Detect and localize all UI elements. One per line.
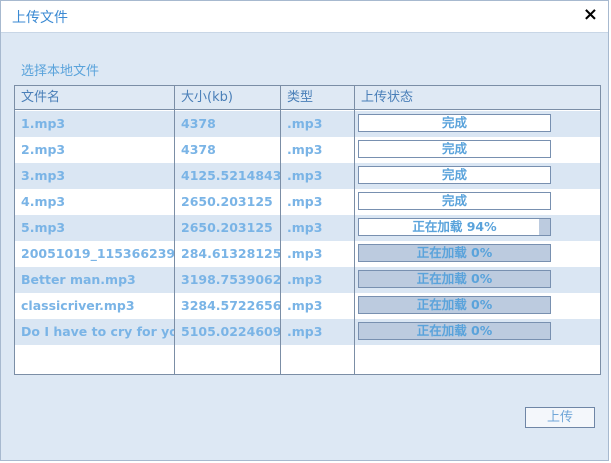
cell-type: .mp3 [287,298,323,313]
dialog-title: 上传文件 [12,10,68,26]
table-row[interactable]: 4.mp3 2650.203125 .mp3 完成 [15,189,600,215]
progress-label: 正在加载 0% [416,297,493,312]
title-bar: 上传文件 × [1,1,608,33]
cell-size: 4125.52148437 [181,168,281,183]
cell-size: 284.61328125 [181,246,281,261]
progress-bar: 正在加载 0% [358,296,551,314]
progress-bar: 完成 [358,140,551,158]
cell-type: .mp3 [287,246,323,261]
cell-size: 3198.75390625 [181,272,281,287]
header-status: 上传状态 [361,90,414,105]
cell-filename: 20051019_1153662390 [21,246,175,261]
cell-type: .mp3 [287,272,323,287]
progress-bar: 完成 [358,166,551,184]
cell-size: 3284.57226562 [181,298,281,313]
progress-label: 正在加载 0% [416,245,493,260]
cell-size: 2650.203125 [181,194,273,209]
cell-filename: 3.mp3 [21,168,66,183]
cell-type: .mp3 [287,142,323,157]
progress-bar: 正在加载 94% [358,218,551,236]
progress-bar: 完成 [358,192,551,210]
cell-size: 4378 [181,142,216,157]
progress-label: 正在加载 0% [416,271,493,286]
section-label: 选择本地文件 [21,64,100,79]
cell-size: 4378 [181,116,216,131]
upload-dialog: 上传文件 × 选择本地文件 文件名 大小(kb) 类型 上传状态 1.mp3 43… [0,0,609,461]
table-row[interactable]: classicriver.mp3 3284.57226562 .mp3 正在加载 0% [15,293,600,319]
cell-filename: 4.mp3 [21,194,66,209]
progress-bar: 正在加载 0% [358,322,551,340]
file-table: 文件名 大小(kb) 类型 上传状态 1.mp3 4378 .mp3 完成 2.mp3 4… [14,85,601,375]
progress-bar: 正在加载 0% [358,270,551,288]
cell-filename: 1.mp3 [21,116,66,131]
progress-bar: 完成 [358,114,551,132]
cell-type: .mp3 [287,194,323,209]
cell-type: .mp3 [287,324,323,339]
table-row[interactable]: Do I have to cry for yo 5105.02246093 .mp3… [15,319,600,345]
cell-type: .mp3 [287,116,323,131]
table-row[interactable]: 1.mp3 4378 .mp3 完成 [15,111,600,137]
table-row[interactable]: 20051019_1153662390 284.61328125 .mp3 正在加载 … [15,241,600,267]
cell-size: 2650.203125 [181,220,273,235]
progress-label: 完成 [441,141,467,156]
progress-label: 完成 [441,167,467,182]
progress-label: 正在加载 0% [416,323,493,338]
header-size: 大小(kb) [181,90,233,105]
header-filename: 文件名 [21,90,61,105]
table-row[interactable]: 3.mp3 4125.52148437 .mp3 完成 [15,163,600,189]
cell-filename: Do I have to cry for yo [21,324,175,339]
progress-label: 正在加载 94% [412,219,497,234]
table-row[interactable]: 5.mp3 2650.203125 .mp3 正在加载 94% [15,215,600,241]
progress-label: 完成 [441,193,467,208]
progress-label: 完成 [441,115,467,130]
column-divider [354,86,355,374]
table-row[interactable]: Better man.mp3 3198.75390625 .mp3 正在加载 0% [15,267,600,293]
cell-filename: Better man.mp3 [21,272,136,287]
cell-size: 5105.02246093 [181,324,281,339]
cell-filename: 5.mp3 [21,220,66,235]
close-icon[interactable]: × [583,5,598,25]
table-header: 文件名 大小(kb) 类型 上传状态 [15,86,600,110]
cell-type: .mp3 [287,168,323,183]
header-type: 类型 [287,90,314,105]
upload-button[interactable]: 上传 [525,407,595,428]
cell-filename: classicriver.mp3 [21,298,135,313]
cell-filename: 2.mp3 [21,142,66,157]
cell-type: .mp3 [287,220,323,235]
column-divider [280,86,281,374]
column-divider [174,86,175,374]
progress-bar: 正在加载 0% [358,244,551,262]
table-row[interactable]: 2.mp3 4378 .mp3 完成 [15,137,600,163]
